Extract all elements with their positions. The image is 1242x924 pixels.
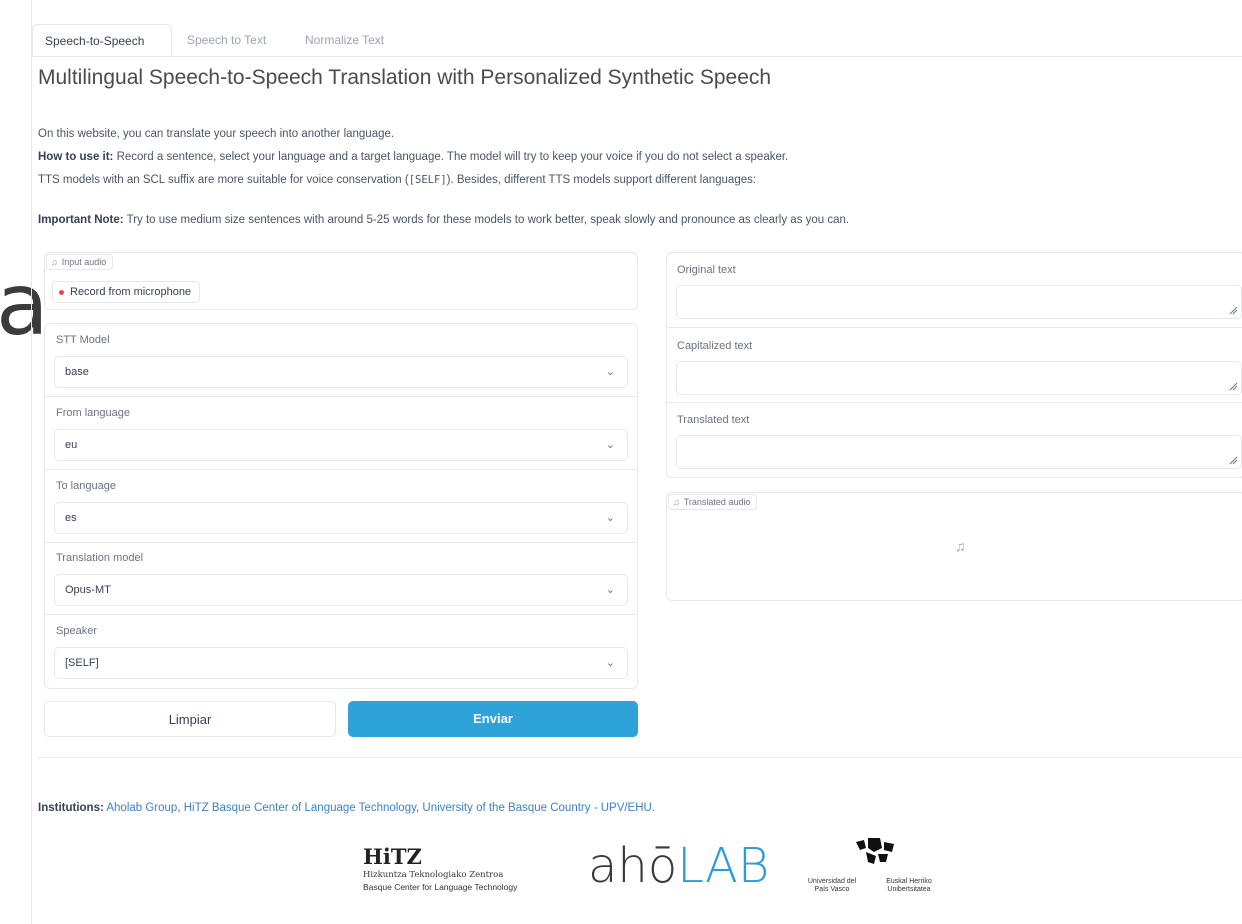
- field-separator: [46, 396, 636, 397]
- translated-audio-tag: ♫ Translated audio: [668, 494, 758, 510]
- translated-text-area[interactable]: [676, 435, 1242, 469]
- to-language-value: es: [65, 512, 77, 524]
- upv-label-es: Universidad del País Vasco: [807, 878, 857, 893]
- record-button[interactable]: Record from microphone: [52, 281, 201, 303]
- tab-bar: Speech-to-Speech Speech to Text Normaliz…: [32, 24, 1242, 57]
- how-to-use-label: How to use it:: [38, 151, 114, 163]
- stt-model-value: base: [65, 366, 89, 378]
- description-line-2: How to use it: Record a sentence, select…: [38, 151, 788, 163]
- resize-handle-icon[interactable]: [1228, 305, 1238, 315]
- aholab-logo-part1: ahō: [588, 838, 678, 894]
- record-dot-icon: [59, 289, 64, 295]
- upv-label-eu: Euskal Herriko Unibertsitatea: [886, 878, 932, 893]
- chevron-down-icon: ⌄: [605, 584, 615, 596]
- speaker-select[interactable]: [SELF] ⌄: [54, 647, 628, 679]
- translated-audio-label: Translated audio: [683, 497, 751, 507]
- from-language-value: eu: [65, 439, 78, 451]
- upv-ehu-link[interactable]: University of the Basque Country - UPV/E…: [422, 802, 655, 814]
- aholab-logo: ahōLAB: [588, 842, 769, 890]
- input-audio-label: Input audio: [61, 257, 107, 267]
- hitz-logo-title: HiTZ: [363, 844, 422, 869]
- aholab-logo-part2: LAB: [677, 838, 770, 894]
- resize-handle-icon[interactable]: [1228, 381, 1238, 391]
- field-separator: [667, 327, 1242, 328]
- tab-speech-to-text[interactable]: Speech to Text: [187, 24, 266, 56]
- chevron-down-icon: ⌄: [605, 366, 615, 378]
- capitalized-text-label: Capitalized text: [677, 340, 753, 352]
- aholab-link[interactable]: Aholab Group: [106, 802, 177, 814]
- record-button-label: Record from microphone: [70, 286, 192, 298]
- submit-button[interactable]: Enviar: [348, 701, 638, 737]
- chevron-down-icon: ⌄: [605, 512, 615, 524]
- chevron-down-icon: ⌄: [605, 439, 615, 451]
- field-separator: [46, 469, 636, 470]
- description-line-1: On this website, you can translate your …: [38, 128, 395, 140]
- speaker-label: Speaker: [56, 625, 97, 637]
- stt-model-select[interactable]: base ⌄: [54, 356, 628, 388]
- hitz-logo-subtitle: Hizkuntza Teknologiako Zentroa: [363, 870, 504, 880]
- chevron-down-icon: ⌄: [605, 657, 615, 669]
- hitz-link[interactable]: HiTZ Basque Center of Language Technolog…: [184, 802, 416, 814]
- tab-normalize-text[interactable]: Normalize Text: [305, 24, 384, 56]
- music-note-icon: ♫: [51, 257, 58, 267]
- field-separator: [667, 402, 1242, 403]
- original-text-label: Original text: [677, 264, 736, 276]
- clear-button[interactable]: Limpiar: [44, 701, 336, 737]
- institutions-label: Institutions:: [38, 802, 104, 814]
- important-note: Important Note: Try to use medium size s…: [38, 214, 849, 226]
- tts-note-post: ). Besides, different TTS models support…: [446, 174, 757, 186]
- from-language-label: From language: [56, 407, 130, 419]
- tts-note-pre: TTS models with an SCL suffix are more s…: [38, 174, 409, 186]
- translation-model-select[interactable]: Opus-MT ⌄: [54, 574, 628, 606]
- to-language-label: To language: [56, 480, 116, 492]
- resize-handle-icon[interactable]: [1228, 455, 1238, 465]
- hitz-logo-subtitle-en: Basque Center for Language Technology: [363, 882, 518, 892]
- description-line-3: TTS models with an SCL suffix are more s…: [38, 174, 756, 186]
- field-separator: [46, 614, 636, 615]
- translation-model-label: Translation model: [56, 552, 144, 564]
- from-language-select[interactable]: eu ⌄: [54, 429, 628, 461]
- important-note-text: Try to use medium size sentences with ar…: [123, 214, 850, 226]
- input-audio-tag: ♫ Input audio: [46, 254, 114, 270]
- upv-ehu-emblem-icon: [856, 838, 894, 864]
- important-note-label: Important Note:: [38, 214, 124, 226]
- field-separator: [46, 542, 636, 543]
- left-divider: [31, 0, 32, 924]
- music-note-icon: ♫: [955, 538, 966, 554]
- translation-model-value: Opus-MT: [65, 584, 111, 596]
- footer-divider: [38, 757, 1242, 758]
- music-note-icon: ♫: [673, 497, 680, 507]
- how-to-use-text: Record a sentence, select your language …: [113, 151, 789, 163]
- capitalized-text-area[interactable]: [676, 361, 1242, 395]
- original-text-area[interactable]: [676, 285, 1242, 319]
- background-glyph: a: [0, 255, 49, 355]
- self-code: [SELF]: [408, 174, 447, 186]
- page-title: Multilingual Speech-to-Speech Translatio…: [38, 66, 772, 89]
- to-language-select[interactable]: es ⌄: [54, 502, 628, 534]
- speaker-value: [SELF]: [65, 657, 99, 669]
- translated-text-label: Translated text: [677, 414, 750, 426]
- institutions-line: Institutions: Aholab Group, HiTZ Basque …: [38, 802, 656, 814]
- stt-model-label: STT Model: [56, 334, 110, 346]
- tab-speech-to-speech[interactable]: Speech-to-Speech: [32, 24, 172, 56]
